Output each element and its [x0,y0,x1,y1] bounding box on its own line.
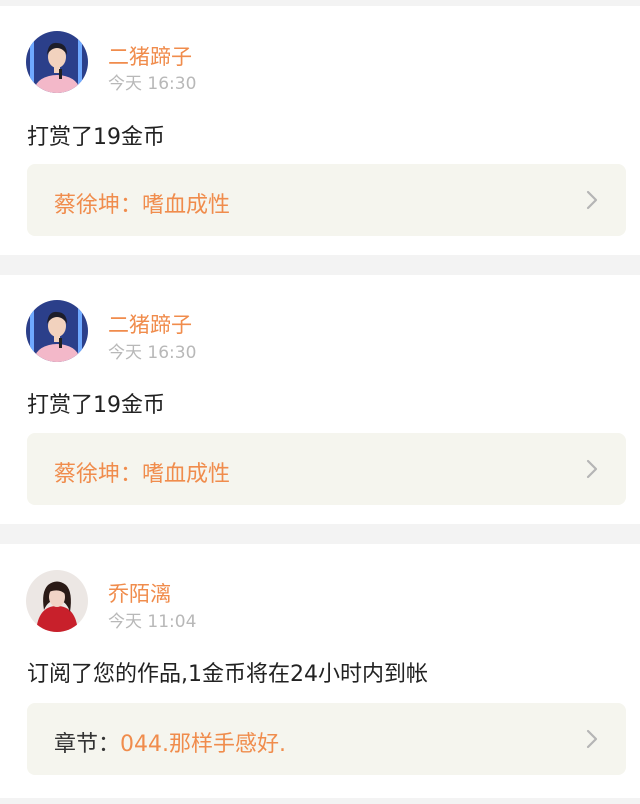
message-text: 打赏了19金币 [27,125,165,150]
avatar[interactable] [26,570,88,632]
timestamp: 今天 16:30 [108,343,197,363]
username[interactable]: 乔陌漓 [108,578,171,608]
link-title: 蔡徐坤：嗜血成性 [54,193,231,218]
avatar[interactable] [26,31,88,93]
notification-card: 乔陌漓 今天 11:04 订阅了您的作品,1金币将在24小时内到帐 章节：044… [0,544,640,798]
chevron-right-icon [586,459,598,479]
timestamp: 今天 16:30 [108,74,197,94]
chapter-link-label: 章节：044.那样手感好. [54,726,286,758]
chevron-right-icon [586,190,598,210]
work-link-label: 蔡徐坤：嗜血成性 [54,187,230,219]
link-title: 蔡徐坤：嗜血成性 [54,462,231,487]
link-prefix: 章节： [54,732,121,757]
notification-card: 二猪蹄子 今天 16:30 打赏了19金币 蔡徐坤：嗜血成性 [0,275,640,524]
chapter-link[interactable]: 章节：044.那样手感好. [27,703,626,775]
work-link[interactable]: 蔡徐坤：嗜血成性 [27,433,626,505]
username[interactable]: 二猪蹄子 [108,309,192,339]
message-text: 打赏了19金币 [27,393,165,418]
notification-card: 二猪蹄子 今天 16:30 打赏了19金币 蔡徐坤：嗜血成性 [0,6,640,255]
notification-feed: 二猪蹄子 今天 16:30 打赏了19金币 蔡徐坤：嗜血成性 二猪蹄子 今天 1… [0,0,640,804]
link-title: 044.那样手感好. [120,732,286,757]
chevron-right-icon [586,729,598,749]
username[interactable]: 二猪蹄子 [108,41,192,71]
timestamp: 今天 11:04 [108,612,197,632]
work-link-label: 蔡徐坤：嗜血成性 [54,456,230,488]
message-text: 订阅了您的作品,1金币将在24小时内到帐 [27,662,428,687]
avatar[interactable] [26,300,88,362]
work-link[interactable]: 蔡徐坤：嗜血成性 [27,164,626,236]
